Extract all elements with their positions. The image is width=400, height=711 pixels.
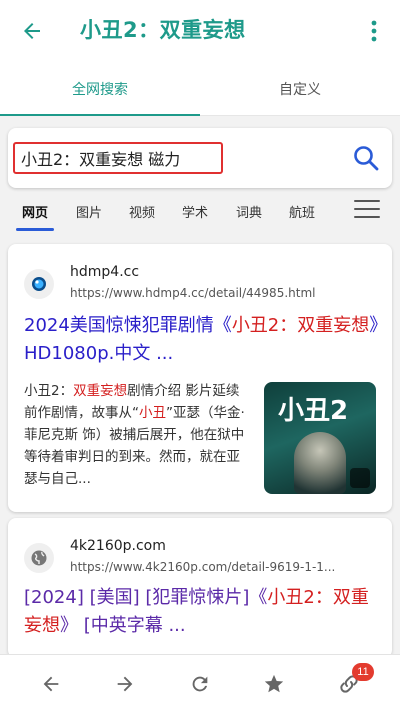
result-site-name: 4k2160p.com xyxy=(70,538,166,554)
app-bar: 小丑2：双重妄想 xyxy=(0,0,400,62)
star-bookmark-icon[interactable] xyxy=(261,671,287,697)
result-title-link[interactable]: [2024] [美国] [犯罪惊悚片]《小丑2：双重妄想》 [中英字幕 ... xyxy=(24,584,384,640)
category-flights[interactable]: 航班 xyxy=(289,202,315,221)
poster-figure xyxy=(294,432,346,494)
search-input[interactable]: 小丑2：双重妄想 磁力 xyxy=(13,142,223,174)
category-academic[interactable]: 学术 xyxy=(182,202,208,221)
category-nav: 网页 图片 视频 学术 词典 航班 xyxy=(0,188,400,232)
search-mode-tabs: 全网搜索 自定义 xyxy=(0,62,400,116)
result-title-text: 》 [中英字幕 ... xyxy=(60,615,186,636)
search-result[interactable]: 4k2160p.com https://www.4k2160p.com/deta… xyxy=(8,518,392,654)
image-badge-icon xyxy=(350,468,370,488)
search-bar: 小丑2：双重妄想 磁力 xyxy=(8,128,392,188)
page-title: 小丑2：双重妄想 xyxy=(80,18,246,42)
result-url[interactable]: https://www.hdmp4.cc/detail/44985.html xyxy=(70,286,380,300)
forward-arrow-icon[interactable] xyxy=(112,671,138,697)
result-site-name: hdmp4.cc xyxy=(70,264,140,280)
refresh-icon[interactable] xyxy=(187,671,213,697)
category-videos[interactable]: 视频 xyxy=(129,202,155,221)
search-result[interactable]: hdmp4.cc https://www.hdmp4.cc/detail/449… xyxy=(8,244,392,512)
search-icon[interactable] xyxy=(352,144,380,172)
snippet-text: 小丑2： xyxy=(24,383,74,399)
category-dictionary[interactable]: 词典 xyxy=(236,202,262,221)
result-title-text: [2024] [美国] [犯罪惊悚片]《 xyxy=(24,587,268,608)
bottom-toolbar: 11 xyxy=(0,654,400,711)
thumbnail-poster-title: 小丑2 xyxy=(278,396,349,426)
category-web[interactable]: 网页 xyxy=(22,202,48,221)
tab-web-search[interactable]: 全网搜索 xyxy=(0,62,200,116)
tab-custom[interactable]: 自定义 xyxy=(200,62,400,115)
result-title-link[interactable]: 2024美国惊悚犯罪剧情《小丑2：双重妄想》HD1080p.中文 ... xyxy=(24,312,384,368)
results-content: 小丑2：双重妄想 磁力 网页 图片 视频 学术 词典 航班 hdmp4.cc h… xyxy=(0,116,400,654)
globe-icon xyxy=(24,543,54,573)
hamburger-menu-icon[interactable] xyxy=(354,200,380,220)
more-vert-icon[interactable] xyxy=(362,16,386,46)
active-category-indicator xyxy=(16,228,54,231)
result-snippet: 小丑2：双重妄想剧情介绍 影片延续前作剧情，故事从“小丑”亚瑟（华金·菲尼克斯 … xyxy=(24,380,252,490)
snippet-highlight: 小丑 xyxy=(139,405,166,421)
result-thumbnail[interactable]: 小丑2 xyxy=(264,382,376,494)
category-images[interactable]: 图片 xyxy=(76,202,102,221)
search-query-text: 小丑2：双重妄想 磁力 xyxy=(21,150,181,169)
result-title-text: 2024美国惊悚犯罪剧情《 xyxy=(24,315,232,336)
tabs-count-badge: 11 xyxy=(352,663,374,681)
snippet-highlight: 双重妄想 xyxy=(73,383,128,399)
result-url[interactable]: https://www.4k2160p.com/detail-9619-1-1.… xyxy=(70,560,380,574)
tabs-link-icon[interactable]: 11 xyxy=(336,663,374,697)
back-arrow-icon[interactable] xyxy=(38,671,64,697)
result-title-highlight: 小丑2：双重妄想 xyxy=(231,315,370,336)
back-arrow-icon[interactable] xyxy=(16,15,48,47)
site-favicon-icon xyxy=(24,269,54,299)
